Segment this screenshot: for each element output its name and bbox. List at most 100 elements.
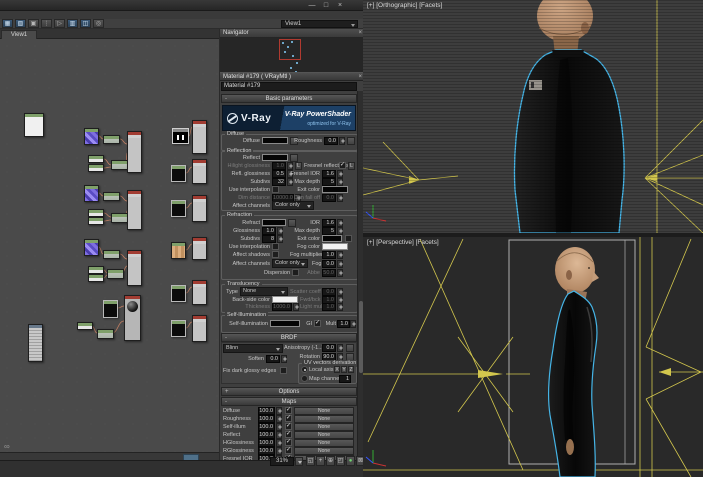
material-node-tall[interactable]: [192, 280, 207, 305]
fresnel-ior-spinner[interactable]: [337, 170, 343, 178]
exit-color-swatch[interactable]: [322, 186, 348, 193]
map-channel-field[interactable]: 1: [339, 375, 351, 383]
material-node-small[interactable]: [88, 209, 104, 217]
affect-channels-dropdown[interactable]: Color only: [272, 201, 314, 210]
map-amount-field[interactable]: 100.0: [258, 447, 275, 455]
material-node-mid[interactable]: [103, 135, 120, 144]
material-node-black[interactable]: [171, 165, 186, 182]
subdivs-field[interactable]: 32: [272, 178, 286, 186]
rollout-basic-parameters[interactable]: - Basic parameters: [221, 94, 357, 103]
map-amount-field[interactable]: 100.0: [258, 407, 275, 415]
local-axis-radio[interactable]: [301, 366, 308, 373]
material-node-mid[interactable]: [111, 213, 128, 223]
refr-exit-color-swatch[interactable]: [322, 235, 342, 242]
scatter-coeff-field[interactable]: 0.0: [322, 288, 336, 296]
viewport-orthographic[interactable]: [+] [Orthographic] [Facets]: [363, 0, 703, 233]
tab-view1[interactable]: View1: [1, 30, 37, 39]
select-tool-icon[interactable]: ▦: [2, 19, 13, 28]
fresnel-reflections-checkbox[interactable]: ✓: [339, 162, 346, 169]
zoom-percent-field[interactable]: 31%: [270, 457, 294, 466]
refl-glossiness-field[interactable]: 0.5: [272, 170, 286, 178]
render-state-icon[interactable]: ●: [346, 456, 355, 466]
navigator-map[interactable]: [220, 38, 364, 72]
abbe-field[interactable]: 50.0: [322, 269, 336, 277]
material-node-orange[interactable]: [171, 242, 186, 259]
view-selector-dropdown[interactable]: View1: [281, 20, 358, 28]
axis-y-button[interactable]: Y: [341, 366, 347, 373]
material-node-tall[interactable]: [192, 159, 207, 184]
axis-z-button[interactable]: Z: [348, 366, 354, 373]
hide-unused-nodeslots-icon[interactable]: ▷: [54, 19, 65, 28]
abbe-spinner[interactable]: [337, 269, 343, 277]
material-node-black[interactable]: [103, 300, 118, 318]
map-amount-field[interactable]: 100.0: [258, 431, 275, 439]
material-node-tex[interactable]: [84, 239, 99, 256]
material-node-sphere[interactable]: [124, 295, 141, 341]
light-multiplier-spinner[interactable]: [337, 303, 343, 311]
character-model-back[interactable]: [513, 0, 625, 233]
material-node-small[interactable]: [88, 155, 104, 163]
refr-glossiness-spinner[interactable]: [277, 227, 283, 235]
navigator-close-icon[interactable]: ×: [358, 29, 362, 37]
map-enable-checkbox[interactable]: ✓: [285, 423, 292, 430]
scatter-coeff-spinner[interactable]: [337, 288, 343, 296]
material-node-mid[interactable]: [97, 329, 114, 339]
map-channel-radio[interactable]: [301, 375, 308, 382]
thickness-spinner[interactable]: [293, 303, 299, 311]
fix-dark-glossy-edges-checkbox[interactable]: [280, 367, 287, 374]
dispersion-checkbox[interactable]: [292, 269, 299, 276]
refr-glossiness-field[interactable]: 1.0: [262, 227, 276, 235]
fog-bias-spinner[interactable]: [337, 260, 343, 268]
material-preview-icon[interactable]: ◎: [93, 19, 104, 28]
ior-field[interactable]: 1.6: [322, 219, 336, 227]
refract-color-swatch[interactable]: [262, 219, 286, 226]
rollout-maps[interactable]: - Maps: [221, 397, 357, 406]
zoom-region-icon[interactable]: ◰: [336, 456, 345, 466]
diffuse-color-swatch[interactable]: [262, 137, 288, 144]
fog-bias-field[interactable]: 0.0: [322, 260, 336, 268]
map-amount-spinner[interactable]: [276, 423, 282, 431]
material-node-white[interactable]: [24, 113, 44, 137]
anisotropy-spinner[interactable]: [337, 344, 343, 352]
material-node-tall[interactable]: [127, 190, 142, 230]
reflect-color-swatch[interactable]: [262, 154, 288, 161]
material-node-mid[interactable]: [107, 269, 124, 279]
fog-color-swatch[interactable]: [322, 243, 348, 250]
material-node-small[interactable]: [88, 217, 104, 225]
map-none-button[interactable]: None: [294, 423, 354, 431]
dim-falloff-field[interactable]: 0.0: [322, 194, 336, 202]
material-node-tallgray[interactable]: [28, 324, 43, 362]
hilight-glossiness-field[interactable]: 1.0: [272, 162, 286, 170]
material-node-tall[interactable]: [192, 315, 207, 342]
find-icon[interactable]: ∞: [4, 443, 10, 451]
layout-all-icon[interactable]: ▥: [67, 19, 78, 28]
hilight-lock-button[interactable]: L: [295, 162, 302, 170]
map-amount-spinner[interactable]: [276, 415, 282, 423]
character-model-side[interactable]: [547, 247, 599, 477]
viewport-label[interactable]: [+] [Orthographic] [Facets]: [367, 2, 442, 9]
window-titlebar[interactable]: — □ ×: [0, 0, 363, 11]
navigator-header[interactable]: Navigator ×: [220, 29, 364, 38]
map-enable-checkbox[interactable]: ✓: [285, 431, 292, 438]
pick-material-icon[interactable]: ▣: [28, 19, 39, 28]
material-node-mid[interactable]: [103, 192, 120, 201]
map-amount-field[interactable]: 100.0: [258, 415, 275, 423]
material-name-field[interactable]: Material #179: [221, 82, 357, 91]
zoom-dropdown-button[interactable]: [295, 457, 303, 466]
viewport-label[interactable]: [+] [Perspective] [Facets]: [367, 239, 439, 246]
fog-multiplier-field[interactable]: 1.0: [322, 251, 336, 259]
use-interpolation-checkbox[interactable]: [272, 186, 279, 193]
material-node-tex[interactable]: [84, 128, 99, 145]
map-none-button[interactable]: None: [294, 415, 354, 423]
roughness-map-button[interactable]: [347, 137, 355, 145]
pan-tool-icon[interactable]: +: [316, 456, 325, 466]
fresnel-ior-field[interactable]: 1.6: [322, 170, 336, 178]
rollout-brdf[interactable]: - BRDF: [221, 333, 357, 342]
map-amount-field[interactable]: 100.0: [258, 423, 275, 431]
map-none-button[interactable]: None: [294, 439, 354, 447]
anisotropy-field[interactable]: 0.0: [322, 344, 336, 352]
map-amount-spinner[interactable]: [276, 447, 282, 455]
maximize-icon[interactable]: □: [320, 1, 332, 10]
material-node-small[interactable]: [88, 164, 104, 172]
material-node-tall[interactable]: [192, 120, 207, 154]
